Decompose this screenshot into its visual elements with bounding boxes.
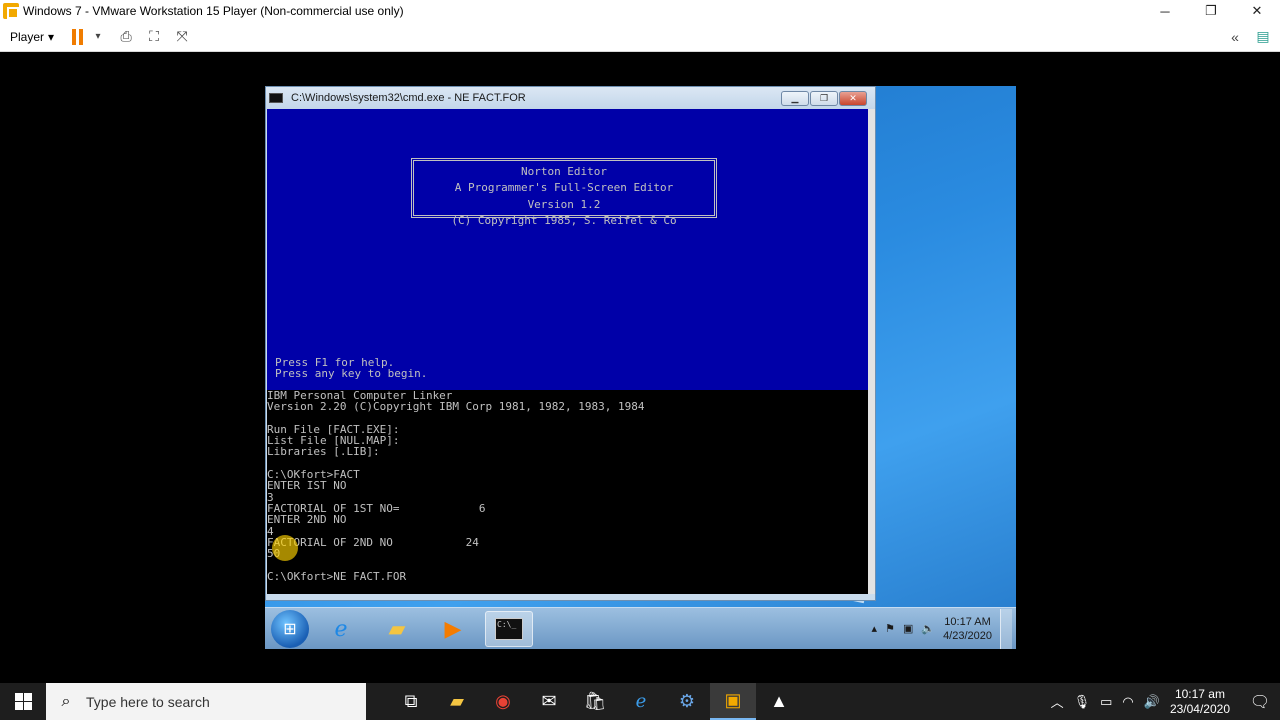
search-icon: ⌕ xyxy=(61,692,71,710)
collapse-toolbar-icon[interactable]: « xyxy=(1226,28,1244,46)
chrome-icon[interactable]: ◉ xyxy=(480,683,526,720)
norton-editor-screen: Norton Editor A Programmer's Full-Screen… xyxy=(267,109,868,390)
store-icon[interactable]: 🛍 xyxy=(572,683,618,720)
mail-icon[interactable]: ✉ xyxy=(526,683,572,720)
taskbar-cmd-button[interactable]: C:\_ xyxy=(485,610,533,647)
start-button[interactable] xyxy=(0,683,46,720)
unity-icon[interactable]: ⤧ xyxy=(173,28,191,46)
send-ctrl-alt-del-icon[interactable]: ⎙ xyxy=(117,28,135,46)
console-line: ENTER IST NO xyxy=(267,479,347,493)
console-line: Libraries [.LIB]: xyxy=(267,445,380,459)
search-placeholder: Type here to search xyxy=(86,693,210,710)
guest-taskbar: ⊞ ℯ ▰ ▶ C:\_ ▴ ⚑ ▣ 🔈 10:17 AM 4/23/2020 xyxy=(265,607,1016,649)
banner-line: Norton Editor xyxy=(520,165,608,178)
show-hidden-icons-icon[interactable]: ︿ xyxy=(1051,692,1064,711)
close-button[interactable]: ✕ xyxy=(1234,0,1280,22)
edge-icon[interactable]: ℯ xyxy=(618,683,664,720)
cmd-window[interactable]: C:\Windows\system32\cmd.exe - NE FACT.FO… xyxy=(265,86,876,601)
cmd-minimize-button[interactable]: ▁ xyxy=(781,90,809,106)
pause-icon[interactable] xyxy=(72,28,84,45)
flag-icon[interactable]: ⚑ xyxy=(885,622,895,635)
restore-button[interactable]: ❐ xyxy=(1188,0,1234,22)
console-area[interactable]: Norton Editor A Programmer's Full-Screen… xyxy=(267,109,868,594)
minimize-button[interactable]: ─ xyxy=(1142,0,1188,22)
vmware-logo-icon xyxy=(3,3,19,19)
cmd-app-icon xyxy=(269,93,283,103)
notification-icon[interactable]: 🗨 xyxy=(1240,692,1280,712)
message-log-icon[interactable]: ▤ xyxy=(1254,28,1272,46)
guest-desktop[interactable]: C:\Windows\system32\cmd.exe - NE FACT.FO… xyxy=(265,86,1016,649)
vm-screen[interactable]: C:\Windows\system32\cmd.exe - NE FACT.FO… xyxy=(0,53,1280,683)
mouse-cursor-highlight xyxy=(272,535,298,561)
folder-icon[interactable]: ▰ xyxy=(373,611,421,647)
vmware-player-icon[interactable]: ▣ xyxy=(710,683,756,720)
banner-line: (C) Copyright 1985, S. Reifel & Co xyxy=(451,213,677,227)
chevron-down-icon: ▾ xyxy=(48,29,55,44)
banner-line: A Programmer's Full-Screen Editor xyxy=(454,181,674,195)
task-view-icon[interactable]: ⧉ xyxy=(388,683,434,720)
cmd-maximize-button[interactable]: ❐ xyxy=(810,90,838,106)
guest-date: 4/23/2020 xyxy=(943,629,992,642)
microphone-icon[interactable]: 🎙 xyxy=(1074,694,1091,710)
host-time: 10:17 am xyxy=(1174,686,1225,701)
chevron-down-icon[interactable]: ▾ xyxy=(89,28,107,46)
vmware-titlebar: Windows 7 - VMware Workstation 15 Player… xyxy=(0,0,1280,22)
windows-logo-icon xyxy=(14,693,32,710)
vmware-toolbar: Player ▾ ▾ ⎙ ⛶ ⤧ « ▤ xyxy=(0,22,1280,52)
norton-editor-banner: Norton Editor A Programmer's Full-Screen… xyxy=(411,158,717,226)
fullscreen-icon[interactable]: ⛶ xyxy=(145,28,163,46)
wifi-icon[interactable]: ◠ xyxy=(1122,694,1133,710)
help-line: Press any key to begin. xyxy=(275,367,428,381)
host-system-tray: ︿ 🎙 ▭ ◠ 🔊 10:17 am 23/04/2020 🗨 xyxy=(1051,687,1280,717)
host-date: 23/04/2020 xyxy=(1169,701,1230,716)
window-title: Windows 7 - VMware Workstation 15 Player… xyxy=(23,4,404,18)
banner-line: Version 1.2 xyxy=(527,197,601,211)
media-player-icon[interactable]: ▶ xyxy=(429,611,477,647)
console-line: 50 xyxy=(267,548,645,560)
volume-icon[interactable]: 🔈 xyxy=(921,622,935,635)
cmd-scrollbar[interactable] xyxy=(868,109,875,594)
player-menu[interactable]: Player ▾ xyxy=(10,30,54,44)
network-icon[interactable]: ▣ xyxy=(903,622,913,635)
internet-explorer-icon[interactable]: ℯ xyxy=(317,611,365,647)
cmd-titlebar[interactable]: C:\Windows\system32\cmd.exe - NE FACT.FO… xyxy=(266,87,875,109)
show-desktop-button[interactable] xyxy=(1000,608,1012,649)
windows-start-orb-icon[interactable]: ⊞ xyxy=(271,609,309,648)
show-hidden-icons-icon[interactable]: ▴ xyxy=(872,622,878,635)
guest-system-tray: ▴ ⚑ ▣ 🔈 10:17 AM 4/23/2020 xyxy=(872,608,1012,649)
cmd-title: C:\Windows\system32\cmd.exe - NE FACT.FO… xyxy=(291,92,526,104)
file-explorer-icon[interactable]: ▰ xyxy=(434,683,480,720)
console-line: FACTORIAL OF 2ND NO 24 xyxy=(267,535,479,549)
console-line: C:\OKfort>NE FACT.FOR xyxy=(267,569,407,583)
app-icon[interactable]: ⚙ xyxy=(664,683,710,720)
guest-clock[interactable]: 10:17 AM 4/23/2020 xyxy=(943,615,992,643)
console-line: ENTER 2ND NO xyxy=(267,513,347,527)
player-menu-label: Player xyxy=(10,29,45,44)
help-text: Press F1 for help. Press any key to begi… xyxy=(275,357,427,380)
cmd-icon: C:\_ xyxy=(495,617,523,640)
dos-output: IBM Personal Computer Linker Version 2.2… xyxy=(267,390,645,582)
search-box[interactable]: ⌕ Type here to search xyxy=(46,683,366,720)
battery-icon[interactable]: ▭ xyxy=(1100,694,1112,710)
console-line: Version 2.20 (C)Copyright IBM Corp 1981,… xyxy=(267,400,645,414)
photos-icon[interactable]: ▲ xyxy=(756,683,802,720)
volume-icon[interactable]: 🔊 xyxy=(1144,694,1160,710)
host-clock[interactable]: 10:17 am 23/04/2020 xyxy=(1170,687,1230,717)
guest-time: 10:17 AM xyxy=(944,615,991,628)
cmd-close-button[interactable]: ✕ xyxy=(839,90,867,106)
host-taskbar: ⌕ Type here to search ⧉ ▰ ◉ ✉ 🛍 ℯ ⚙ ▣ ▲ … xyxy=(0,683,1280,720)
